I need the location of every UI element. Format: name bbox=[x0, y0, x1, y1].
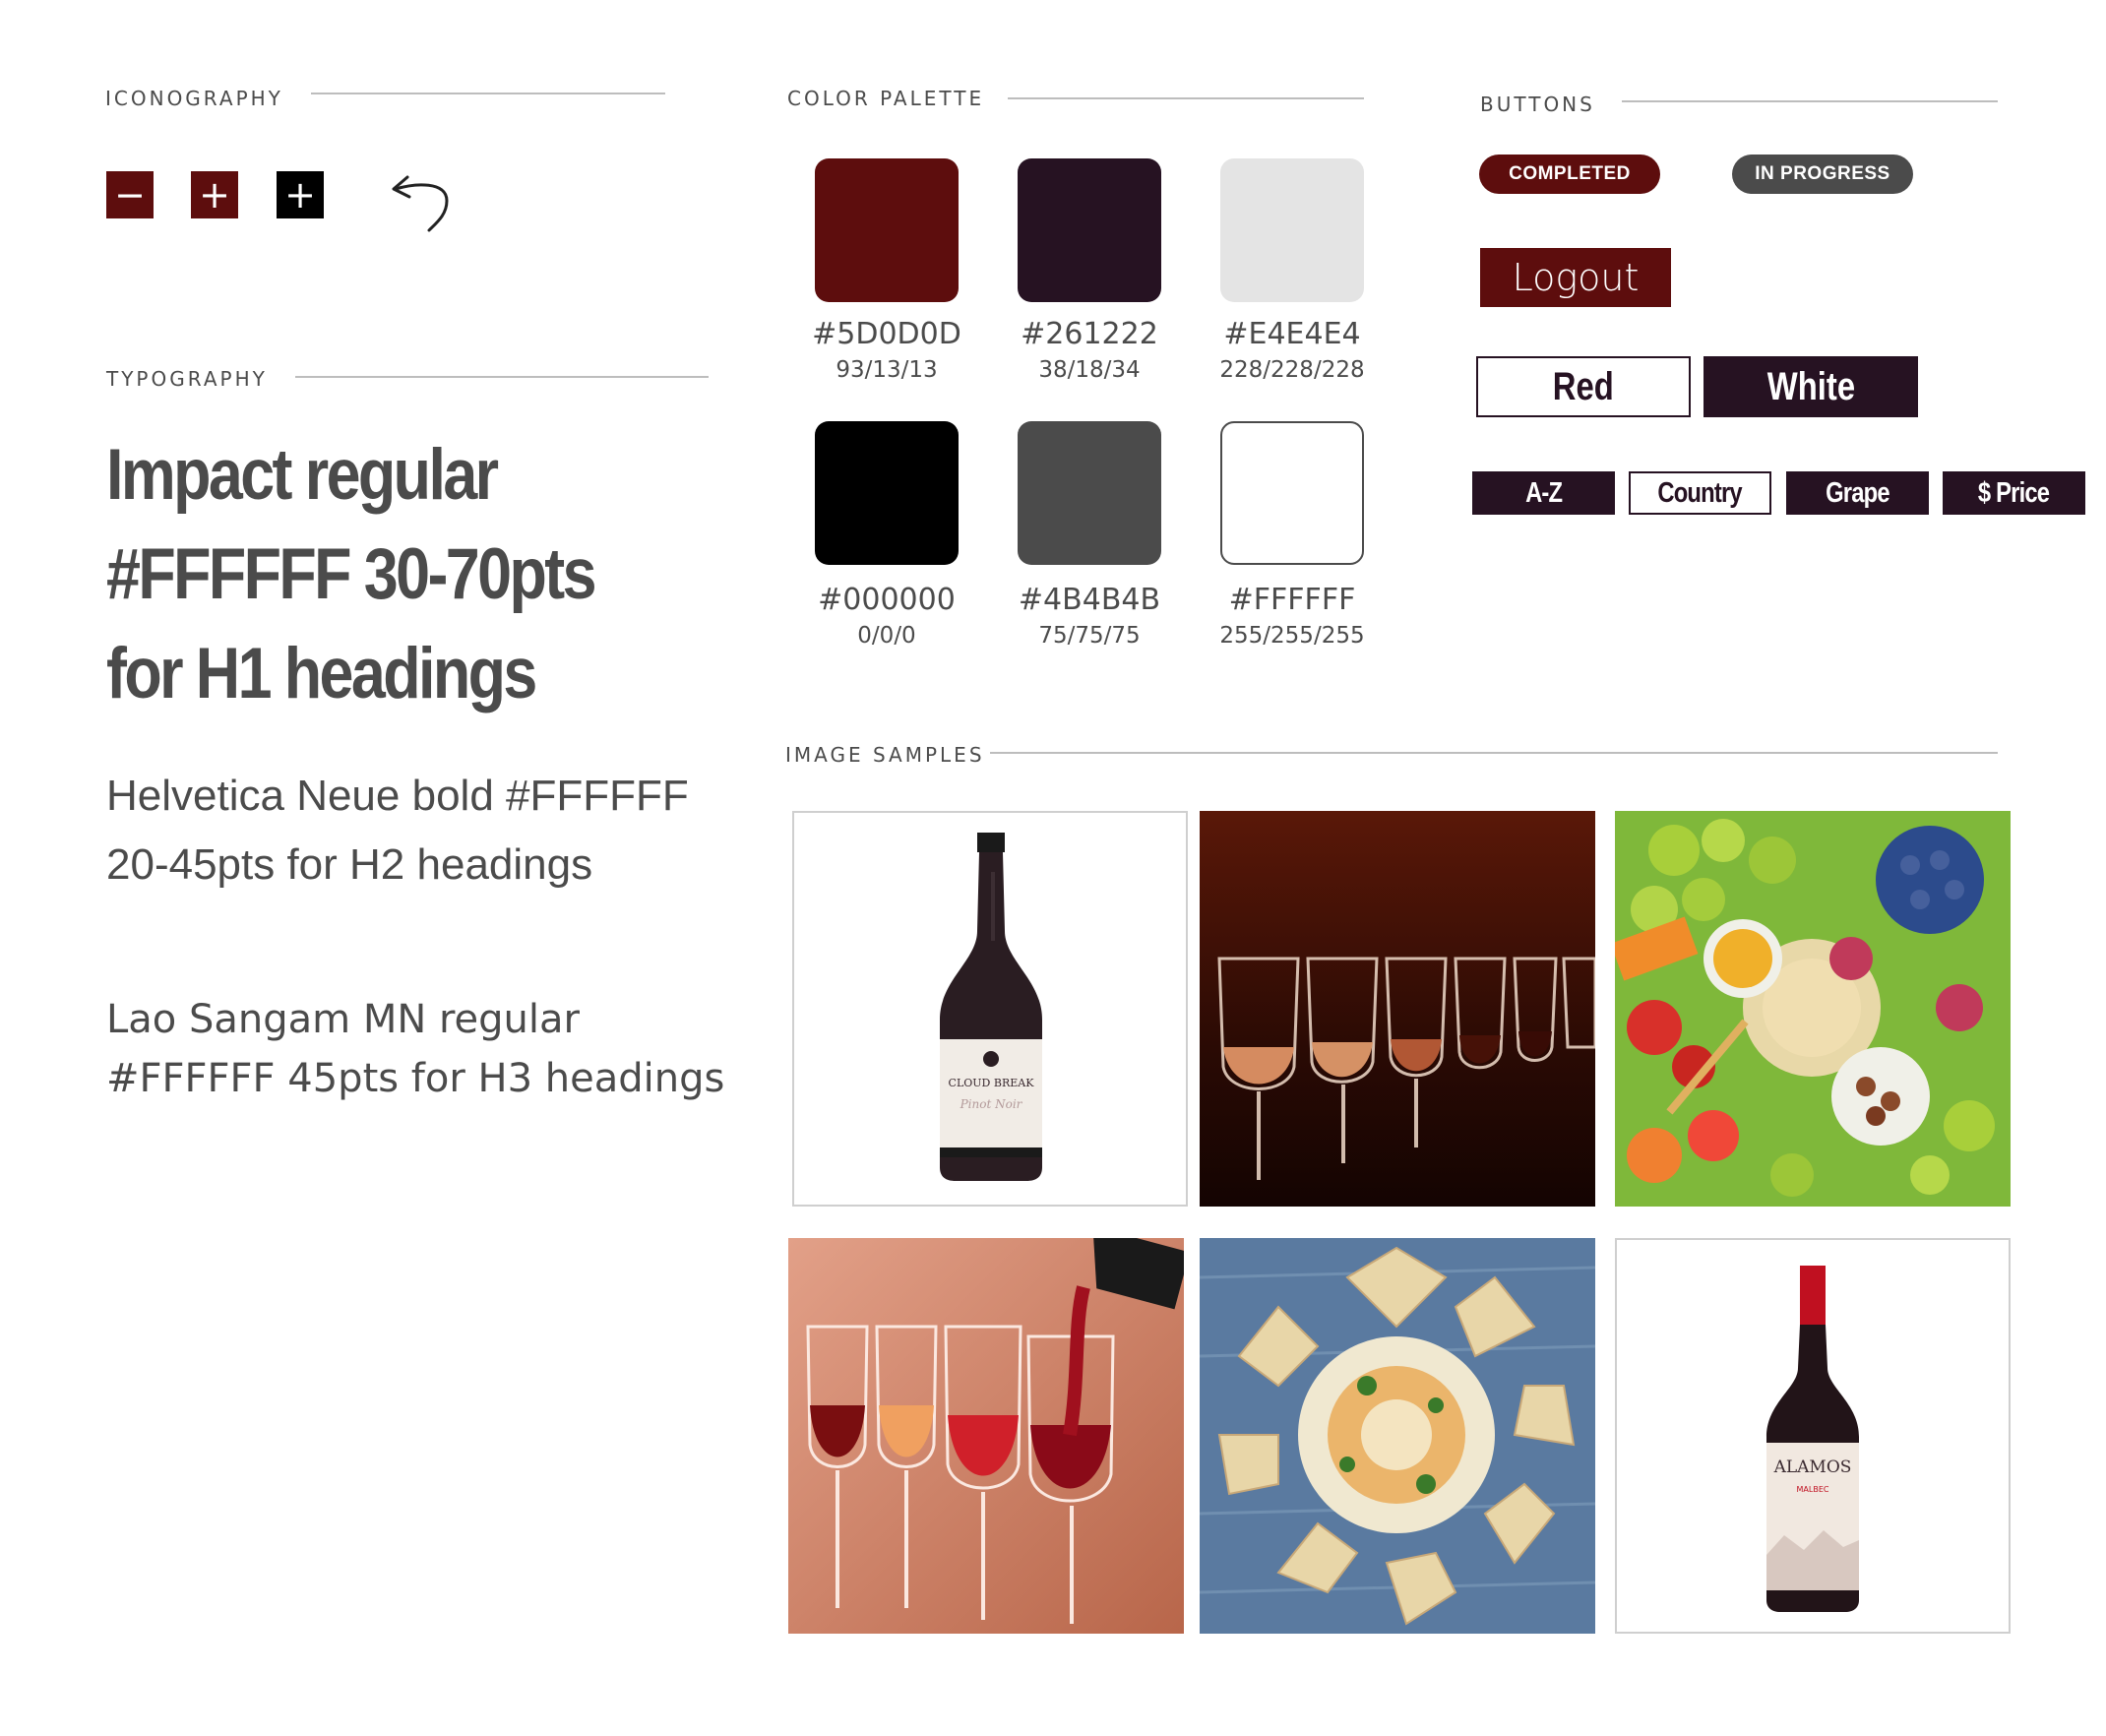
color-palette-heading: COLOR PALETTE bbox=[787, 87, 985, 110]
sort-country-button[interactable]: Country bbox=[1629, 471, 1771, 515]
swatch-hex: #5D0D0D bbox=[812, 317, 961, 351]
logout-button[interactable]: Logout bbox=[1480, 248, 1671, 307]
plus-icon-black[interactable]: + bbox=[277, 171, 324, 218]
swatch-hex: #000000 bbox=[818, 583, 956, 617]
fruit-platter-image bbox=[1615, 811, 2011, 1207]
swatch-hex: #E4E4E4 bbox=[1223, 317, 1361, 351]
swatch-rgb: 93/13/13 bbox=[836, 357, 938, 383]
plus-icon[interactable]: + bbox=[191, 171, 238, 218]
swatch-rgb: 0/0/0 bbox=[857, 623, 916, 649]
typography-heading: TYPOGRAPHY bbox=[106, 367, 268, 391]
bottle-sub-text: MALBEC bbox=[1797, 1485, 1829, 1494]
swatch-ffffff bbox=[1220, 421, 1364, 565]
swatch-e4e4e4 bbox=[1220, 158, 1364, 302]
color-palette-rule bbox=[1008, 97, 1364, 99]
wine-bottle-image-alamos: ALAMOS MALBEC bbox=[1615, 1238, 2011, 1634]
bottle-sub-text: Pinot Noir bbox=[960, 1097, 1023, 1111]
swatch-hex: #4B4B4B bbox=[1018, 583, 1161, 617]
minus-icon[interactable]: − bbox=[106, 171, 154, 218]
back-arrow-icon[interactable] bbox=[386, 167, 461, 236]
buttons-rule bbox=[1622, 100, 1998, 102]
wine-glasses-row-image bbox=[1200, 811, 1595, 1207]
red-button[interactable]: Red bbox=[1476, 356, 1691, 417]
bottle-label-text: ALAMOS bbox=[1773, 1457, 1852, 1477]
sort-price-button[interactable]: $ Price bbox=[1943, 471, 2085, 515]
buttons-heading: BUTTONS bbox=[1480, 93, 1595, 116]
image-samples-rule bbox=[990, 752, 1998, 754]
completed-button[interactable]: COMPLETED bbox=[1479, 155, 1660, 194]
swatch-5d0d0d bbox=[815, 158, 959, 302]
image-samples-heading: IMAGE SAMPLES bbox=[785, 743, 985, 767]
wine-bottle-image: CLOUD BREAK Pinot Noir bbox=[792, 811, 1188, 1207]
iconography-rule bbox=[311, 93, 665, 94]
typography-rule bbox=[295, 376, 709, 378]
h3-sample-text: Lao Sangam MN regular #FFFFFF 45pts for … bbox=[106, 997, 725, 1101]
swatch-4b4b4b bbox=[1018, 421, 1161, 565]
swatch-rgb: 38/18/34 bbox=[1038, 357, 1141, 383]
in-progress-button[interactable]: IN PROGRESS bbox=[1732, 155, 1913, 194]
swatch-rgb: 75/75/75 bbox=[1038, 623, 1141, 649]
h2-sample-text: Helvetica Neue bold #FFFFFF 20-45pts for… bbox=[106, 772, 689, 889]
swatch-261222 bbox=[1018, 158, 1161, 302]
sort-grape-button[interactable]: Grape bbox=[1786, 471, 1929, 515]
swatch-hex: #FFFFFF bbox=[1228, 583, 1356, 617]
white-button[interactable]: White bbox=[1703, 356, 1918, 417]
swatch-000000 bbox=[815, 421, 959, 565]
swatch-rgb: 228/228/228 bbox=[1219, 357, 1365, 383]
sort-az-button[interactable]: A-Z bbox=[1472, 471, 1615, 515]
bottle-label-text: CLOUD BREAK bbox=[949, 1077, 1035, 1089]
swatch-rgb: 255/255/255 bbox=[1219, 623, 1365, 649]
swatch-hex: #261222 bbox=[1021, 317, 1158, 351]
pouring-wine-image bbox=[788, 1238, 1184, 1634]
iconography-heading: ICONOGRAPHY bbox=[105, 87, 283, 110]
h1-sample-text: Impact regular #FFFFFF 30-70pts for H1 h… bbox=[106, 435, 596, 713]
hummus-pita-image bbox=[1200, 1238, 1595, 1634]
